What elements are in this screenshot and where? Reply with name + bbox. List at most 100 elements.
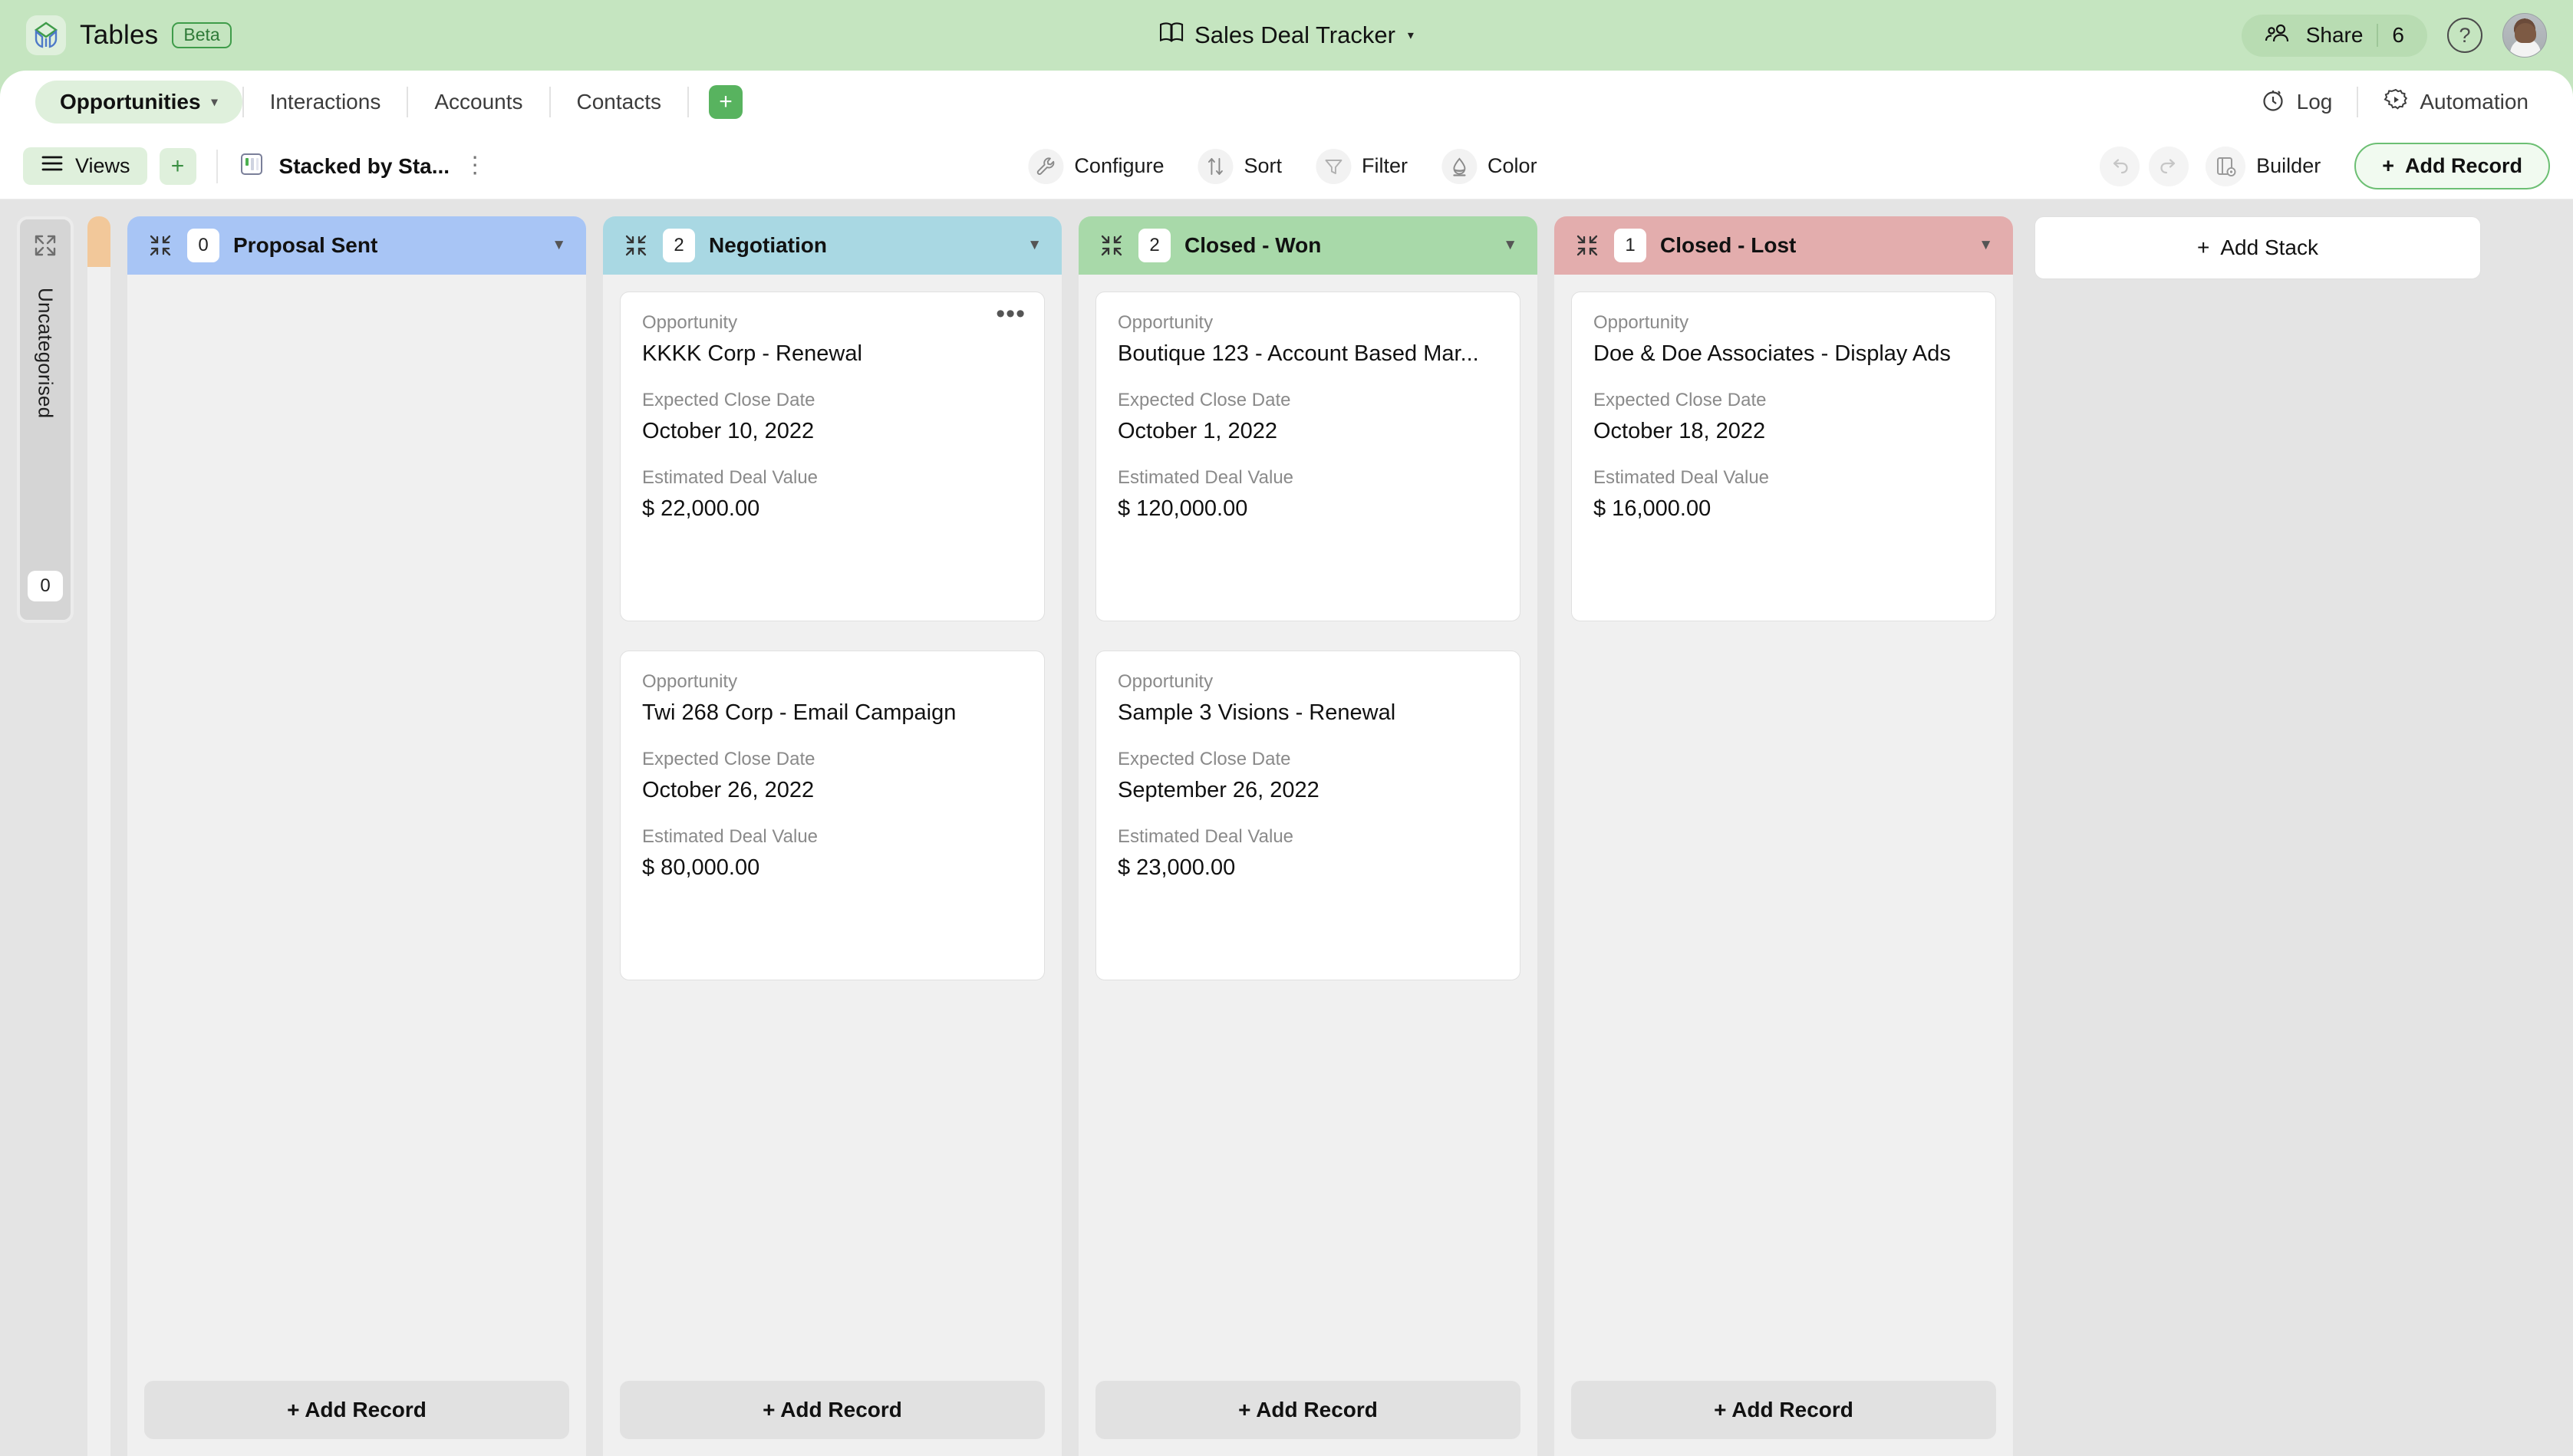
avatar[interactable] — [2502, 13, 2547, 58]
stack-footer: + Add Record — [1079, 1367, 1537, 1456]
field-value: October 18, 2022 — [1593, 419, 1766, 443]
toolbar: Views + Stacked by Sta... ⋮ Configure So… — [0, 133, 2573, 199]
log-label: Log — [2296, 90, 2333, 114]
add-record-footer-button[interactable]: + Add Record — [620, 1381, 1045, 1439]
list-icon — [40, 154, 64, 178]
card-field-deal-value: Estimated Deal Value $ 23,000.00 — [1118, 826, 1498, 881]
kanban-board: Uncategorised 0 0 Proposal Sent ▼ + Add … — [0, 199, 2573, 1456]
views-button[interactable]: Views — [23, 147, 147, 185]
views-label: Views — [75, 154, 130, 177]
card-field-close-date: Expected Close Date October 26, 2022 — [642, 749, 1023, 803]
header-right: Share 6 ? — [2241, 13, 2547, 58]
tabbar-right: Log Automation — [2235, 87, 2553, 118]
field-label: Estimated Deal Value — [1118, 467, 1294, 488]
field-value: October 10, 2022 — [642, 419, 815, 443]
help-icon[interactable]: ? — [2447, 18, 2482, 53]
add-record-footer-button[interactable]: + Add Record — [1095, 1381, 1520, 1439]
tab-opportunities-label: Opportunities — [60, 90, 201, 114]
tables-logo-icon — [26, 15, 66, 55]
field-value: $ 22,000.00 — [642, 496, 760, 521]
field-value: KKKK Corp - Renewal — [642, 341, 862, 366]
toolbar-center: Configure Sort Filter Color — [1019, 141, 1553, 192]
card-options-icon[interactable]: ••• — [996, 301, 1026, 326]
document-title-text: Sales Deal Tracker — [1194, 21, 1395, 48]
add-record-button[interactable]: + Add Record — [2354, 143, 2550, 189]
stack-header[interactable]: 1 Closed - Lost ▼ — [1554, 216, 2013, 275]
tab-accounts[interactable]: Accounts — [408, 81, 549, 124]
tab-opportunities[interactable]: Opportunities ▾ — [35, 81, 242, 124]
stack-title: Closed - Lost — [1660, 233, 1797, 257]
color-button[interactable]: Color — [1432, 141, 1554, 192]
record-card[interactable]: Opportunity Twi 268 Corp - Email Campaig… — [620, 651, 1045, 980]
stack-closed-lost: 1 Closed - Lost ▼ Opportunity Doe & Doe … — [1554, 216, 2013, 1456]
tab-interactions[interactable]: Interactions — [244, 81, 407, 124]
builder-button[interactable]: Builder — [2198, 140, 2336, 193]
field-label: Expected Close Date — [1593, 390, 1767, 410]
record-card[interactable]: Opportunity Doe & Doe Associates - Displ… — [1571, 292, 1996, 621]
field-label: Opportunity — [1593, 312, 1689, 333]
filter-label: Filter — [1362, 154, 1408, 177]
add-record-footer-button[interactable]: + Add Record — [1571, 1381, 1996, 1439]
chevron-down-icon[interactable]: ▼ — [1503, 237, 1517, 254]
field-value: Doe & Doe Associates - Display Ads — [1593, 341, 1951, 366]
brand: Tables Beta — [26, 15, 232, 55]
chevron-down-icon[interactable]: ▼ — [552, 237, 566, 254]
view-options-kebab[interactable]: ⋮ — [463, 154, 486, 176]
field-label: Estimated Deal Value — [1118, 826, 1294, 847]
collapse-icon[interactable] — [623, 232, 649, 259]
chevron-down-icon[interactable]: ▼ — [1978, 237, 1993, 254]
field-label: Estimated Deal Value — [642, 826, 819, 847]
filter-button[interactable]: Filter — [1306, 141, 1425, 192]
field-value: $ 16,000.00 — [1593, 496, 1711, 521]
stack-count: 1 — [1614, 229, 1646, 262]
add-view-button[interactable]: + — [159, 147, 196, 185]
stack-uncategorised[interactable]: Uncategorised 0 — [17, 216, 74, 623]
share-button[interactable]: Share 6 — [2241, 14, 2427, 57]
chevron-down-icon[interactable]: ▼ — [1027, 237, 1042, 254]
tab-contacts[interactable]: Contacts — [551, 81, 688, 124]
expand-icon[interactable] — [33, 233, 58, 262]
chevron-down-icon: ▾ — [211, 96, 218, 109]
automation-button[interactable]: Automation — [2358, 87, 2553, 118]
card-field-opportunity: Opportunity Twi 268 Corp - Email Campaig… — [642, 671, 1023, 726]
field-value: September 26, 2022 — [1118, 778, 1319, 802]
record-card[interactable]: Opportunity Boutique 123 - Account Based… — [1095, 292, 1520, 621]
card-field-deal-value: Estimated Deal Value $ 80,000.00 — [642, 826, 1023, 881]
add-stack-button[interactable]: + Add Stack — [2034, 216, 2481, 279]
field-label: Expected Close Date — [1118, 749, 1291, 769]
document-title[interactable]: Sales Deal Tracker ▾ — [1159, 21, 1414, 50]
stack-count: 2 — [663, 229, 695, 262]
configure-button[interactable]: Configure — [1019, 141, 1181, 192]
open-book-icon — [1159, 21, 1184, 50]
card-field-close-date: Expected Close Date September 26, 2022 — [1118, 749, 1498, 803]
stack-partial-hidden[interactable] — [87, 216, 110, 1456]
log-button[interactable]: Log — [2235, 87, 2357, 118]
wrench-icon — [1028, 148, 1064, 184]
collapse-icon[interactable] — [1574, 232, 1600, 259]
stack-header[interactable]: 0 Proposal Sent ▼ — [127, 216, 586, 275]
tabbar: Opportunities ▾ Interactions Accounts Co… — [0, 71, 2573, 133]
add-record-footer-button[interactable]: + Add Record — [144, 1381, 569, 1439]
stack-title: Closed - Won — [1184, 233, 1322, 257]
redo-icon[interactable] — [2149, 146, 2189, 186]
share-divider — [2377, 24, 2379, 47]
tabbar-wrapper: Opportunities ▾ Interactions Accounts Co… — [0, 71, 2573, 133]
add-tab-button[interactable]: + — [709, 85, 743, 119]
sort-button[interactable]: Sort — [1189, 141, 1300, 192]
stack-header[interactable]: 2 Negotiation ▼ — [603, 216, 1062, 275]
paint-drop-icon — [1441, 148, 1478, 184]
stack-count: 2 — [1138, 229, 1171, 262]
record-card[interactable]: ••• Opportunity KKKK Corp - Renewal Expe… — [620, 292, 1045, 621]
stack-partial-header — [87, 216, 110, 267]
record-card[interactable]: Opportunity Sample 3 Visions - Renewal E… — [1095, 651, 1520, 980]
field-label: Opportunity — [1118, 671, 1214, 692]
kanban-view-icon — [238, 150, 265, 182]
toolbar-divider — [216, 149, 218, 183]
card-field-close-date: Expected Close Date October 18, 2022 — [1593, 390, 1974, 444]
collapse-icon[interactable] — [147, 232, 173, 259]
current-view[interactable]: Stacked by Sta... ⋮ — [238, 150, 486, 182]
funnel-icon — [1316, 148, 1352, 184]
stack-header[interactable]: 2 Closed - Won ▼ — [1079, 216, 1537, 275]
collapse-icon[interactable] — [1099, 232, 1125, 259]
undo-icon[interactable] — [2100, 146, 2140, 186]
